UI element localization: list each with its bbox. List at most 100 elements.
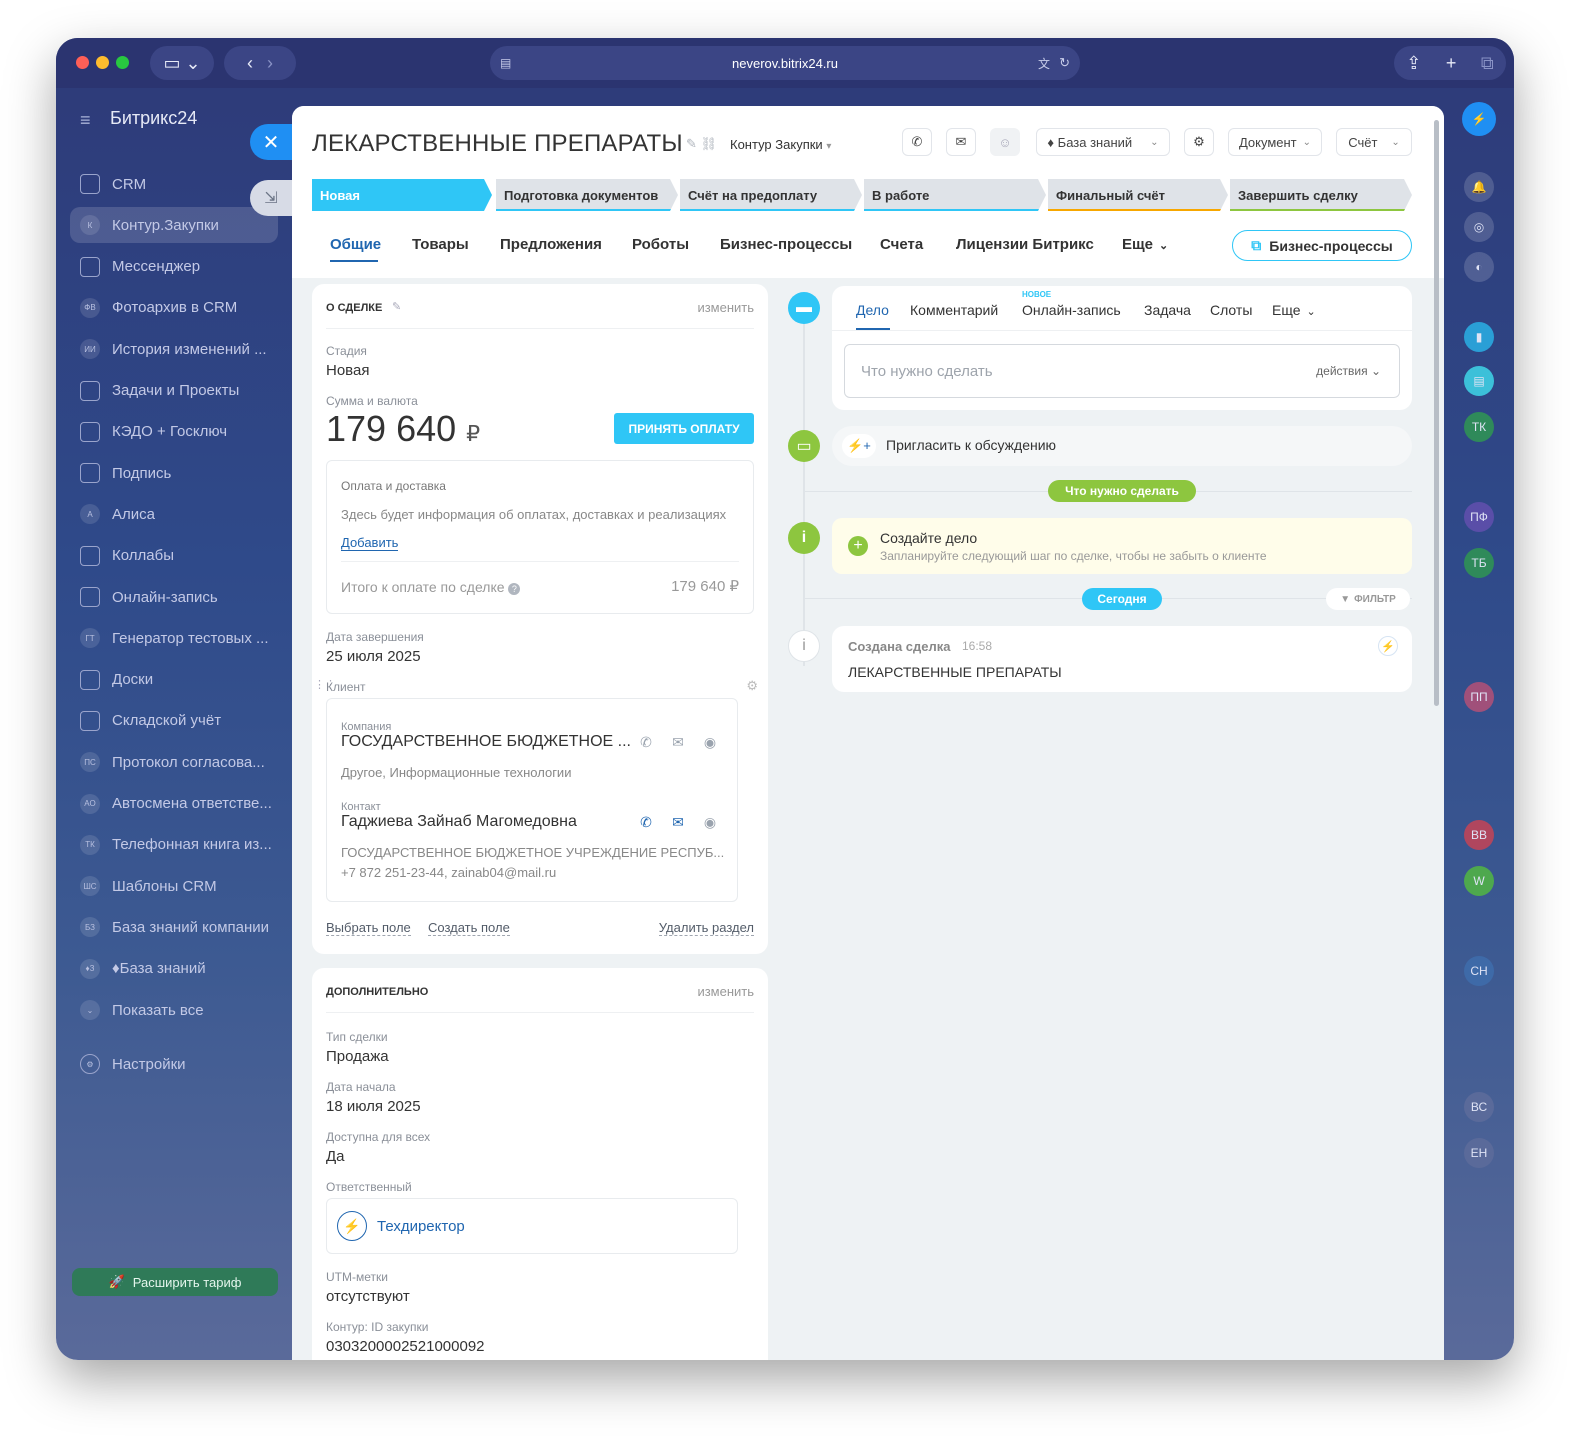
timeline-tab-0[interactable]: Дело — [856, 302, 889, 318]
create-field-link[interactable]: Создать поле — [428, 920, 510, 936]
timeline-tab-5[interactable]: Еще ⌄ — [1272, 302, 1316, 318]
tabs-overview-icon[interactable]: ⧉ — [1481, 53, 1494, 74]
chat-avatar[interactable]: ПФ — [1464, 502, 1494, 532]
help-icon[interactable]: ? — [508, 583, 521, 595]
site-settings-icon[interactable]: ▤ — [500, 56, 511, 70]
edit-section-link[interactable]: изменить — [697, 984, 754, 999]
mail-icon[interactable]: ✉ — [669, 733, 687, 751]
sidebar-item[interactable]: АО Автосмена ответстве... — [70, 786, 278, 822]
sidebar-item[interactable]: Складской учёт — [70, 703, 278, 739]
sidebar-item[interactable]: Онлайн-запись — [70, 579, 278, 615]
forward-icon[interactable]: › — [267, 53, 273, 74]
chat-avatar[interactable]: ВВ — [1464, 820, 1494, 850]
sidebar-item[interactable]: ⌄ Показать все — [70, 992, 278, 1028]
chat-icon[interactable]: ◐ — [1464, 252, 1494, 282]
new-tab-icon[interactable]: + — [1446, 53, 1457, 74]
sidebar-item[interactable]: ♦З ♦База знаний — [70, 951, 278, 987]
settings-button[interactable]: ⚙ — [1184, 128, 1214, 156]
gear-icon[interactable]: ⚙ — [746, 678, 758, 694]
invoice-button[interactable]: Счёт ⌄ — [1336, 128, 1412, 156]
reload-icon[interactable]: ↻ — [1059, 55, 1070, 71]
email-button[interactable]: ✉ — [946, 128, 976, 156]
close-slider-button[interactable]: ✕ — [250, 124, 292, 160]
contact-name[interactable]: Гаджиева Зайнаб Магомедовна — [341, 813, 577, 831]
share-icon[interactable]: ⇪ — [1406, 53, 1421, 74]
timeline-tab-2[interactable]: Онлайн-запись — [1022, 302, 1121, 318]
minimize-window-button[interactable] — [96, 56, 109, 69]
tab-3[interactable]: Роботы — [632, 236, 689, 253]
kontur-id-value[interactable]: 0303200002521000092 — [326, 1338, 485, 1355]
sidebar-item[interactable]: ИИ История изменений ... — [70, 331, 278, 367]
stage-1[interactable]: Подготовка документов — [496, 179, 678, 211]
knowledge-base-button[interactable]: ♦ База знаний ⌄ — [1036, 128, 1170, 156]
company-name[interactable]: ГОСУДАРСТВЕННОЕ БЮДЖЕТНОЕ ... — [341, 733, 631, 751]
sidebar-item[interactable]: ФВ Фотоархив в CRM — [70, 290, 278, 326]
stage-5[interactable]: Завершить сделку — [1230, 179, 1412, 211]
tab-6[interactable]: Лицензии Битрикс — [956, 236, 1094, 253]
start-date-value[interactable]: 18 июля 2025 — [326, 1098, 421, 1115]
minimize-slider-button[interactable]: ⇲ — [250, 180, 292, 216]
tab-5[interactable]: Счета — [880, 236, 923, 253]
public-value[interactable]: Да — [326, 1148, 345, 1165]
sidebar-item[interactable]: Коллабы — [70, 538, 278, 574]
chat-avatar[interactable]: W — [1464, 866, 1494, 896]
close-date-value[interactable]: 25 июля 2025 — [326, 648, 421, 665]
chat-avatar[interactable]: ТБ — [1464, 548, 1494, 578]
timeline-tab-3[interactable]: Задача — [1144, 302, 1191, 318]
chat-avatar[interactable]: ПП — [1464, 682, 1494, 712]
sidebar-item[interactable]: ГТ Генератор тестовых ... — [70, 620, 278, 656]
copilot-icon[interactable]: ⚡ — [1462, 102, 1496, 136]
brand-logo[interactable]: Битрикс24 — [110, 108, 197, 129]
sidebar-item[interactable]: К Контур.Закупки — [70, 207, 278, 244]
invite-block[interactable]: ⚡+ Пригласить к обсуждению — [832, 426, 1412, 466]
sidebar-item[interactable]: Задачи и Проекты — [70, 373, 278, 409]
chat-avatar[interactable]: СН — [1464, 956, 1494, 986]
sidebar-item[interactable]: А Алиса — [70, 496, 278, 532]
bell-icon[interactable]: 🔔 — [1464, 172, 1494, 202]
pencil-icon[interactable]: ✎ — [392, 300, 401, 313]
mail-icon[interactable]: ✉ — [669, 813, 687, 831]
deal-type-value[interactable]: Продажа — [326, 1048, 389, 1065]
document-button[interactable]: Документ ⌄ — [1228, 128, 1322, 156]
filter-button[interactable]: ▼ ФИЛЬТР — [1326, 588, 1410, 610]
sidebar-item[interactable]: CRM — [70, 166, 278, 202]
tab-7[interactable]: Еще ⌄ — [1122, 236, 1168, 253]
actions-dropdown[interactable]: действия ⌄ — [1316, 364, 1381, 378]
call-button[interactable]: ✆ — [902, 128, 932, 156]
messages-icon[interactable]: ▤ — [1464, 366, 1494, 396]
todo-input[interactable]: Что нужно сделать действия ⌄ — [844, 344, 1400, 398]
author-icon[interactable]: ⚡ — [1378, 636, 1398, 656]
chat-icon[interactable]: ◉ — [701, 733, 719, 751]
phone-icon[interactable]: ✆ — [637, 733, 655, 751]
menu-icon[interactable]: ≡ — [80, 110, 91, 131]
tab-0[interactable]: Общие — [330, 236, 381, 253]
sidebar-item[interactable]: ШС Шаблоны CRM — [70, 868, 278, 904]
stage-0[interactable]: Новая — [312, 179, 492, 211]
accept-payment-button[interactable]: ПРИНЯТЬ ОПЛАТУ — [614, 413, 754, 444]
amount-value[interactable]: 179 640 ₽ — [326, 408, 480, 450]
business-processes-button[interactable]: ⧉ Бизнес-процессы — [1232, 230, 1412, 261]
sidebar-toggle-button[interactable]: ▭ ⌄ — [150, 46, 214, 80]
tab-2[interactable]: Предложения — [500, 236, 602, 253]
tab-4[interactable]: Бизнес-процессы — [720, 236, 852, 253]
sidebar-item[interactable]: БЗ База знаний компании — [70, 909, 278, 945]
sidebar-item[interactable]: ТК Телефонная книга из... — [70, 827, 278, 863]
delete-section-link[interactable]: Удалить раздел — [658, 920, 754, 936]
chat-avatar[interactable]: ТК — [1464, 412, 1494, 442]
stage-2[interactable]: Счёт на предоплату — [680, 179, 862, 211]
chat-icon[interactable]: ◉ — [701, 813, 719, 831]
address-bar[interactable]: ▤ neverov.bitrix24.ru 文 ↻ — [490, 46, 1080, 80]
upgrade-plan-button[interactable]: 🚀 Расширить тариф — [72, 1268, 278, 1296]
sidebar-item[interactable]: Подпись — [70, 455, 278, 491]
scrollbar[interactable] — [1434, 120, 1439, 706]
zoom-window-button[interactable] — [116, 56, 129, 69]
add-payment-link[interactable]: Добавить — [341, 535, 399, 551]
select-field-link[interactable]: Выбрать поле — [326, 920, 411, 936]
funnel-selector[interactable]: Контур Закупки ▾ — [730, 137, 831, 152]
back-icon[interactable]: ‹ — [247, 53, 253, 74]
edit-title-icon[interactable]: ✎ ⛓ — [686, 136, 717, 152]
sidebar-item[interactable]: КЭДО + Госключ — [70, 414, 278, 450]
close-window-button[interactable] — [76, 56, 89, 69]
translate-icon[interactable]: 文 — [1038, 55, 1050, 72]
sidebar-item[interactable]: Доски — [70, 662, 278, 698]
